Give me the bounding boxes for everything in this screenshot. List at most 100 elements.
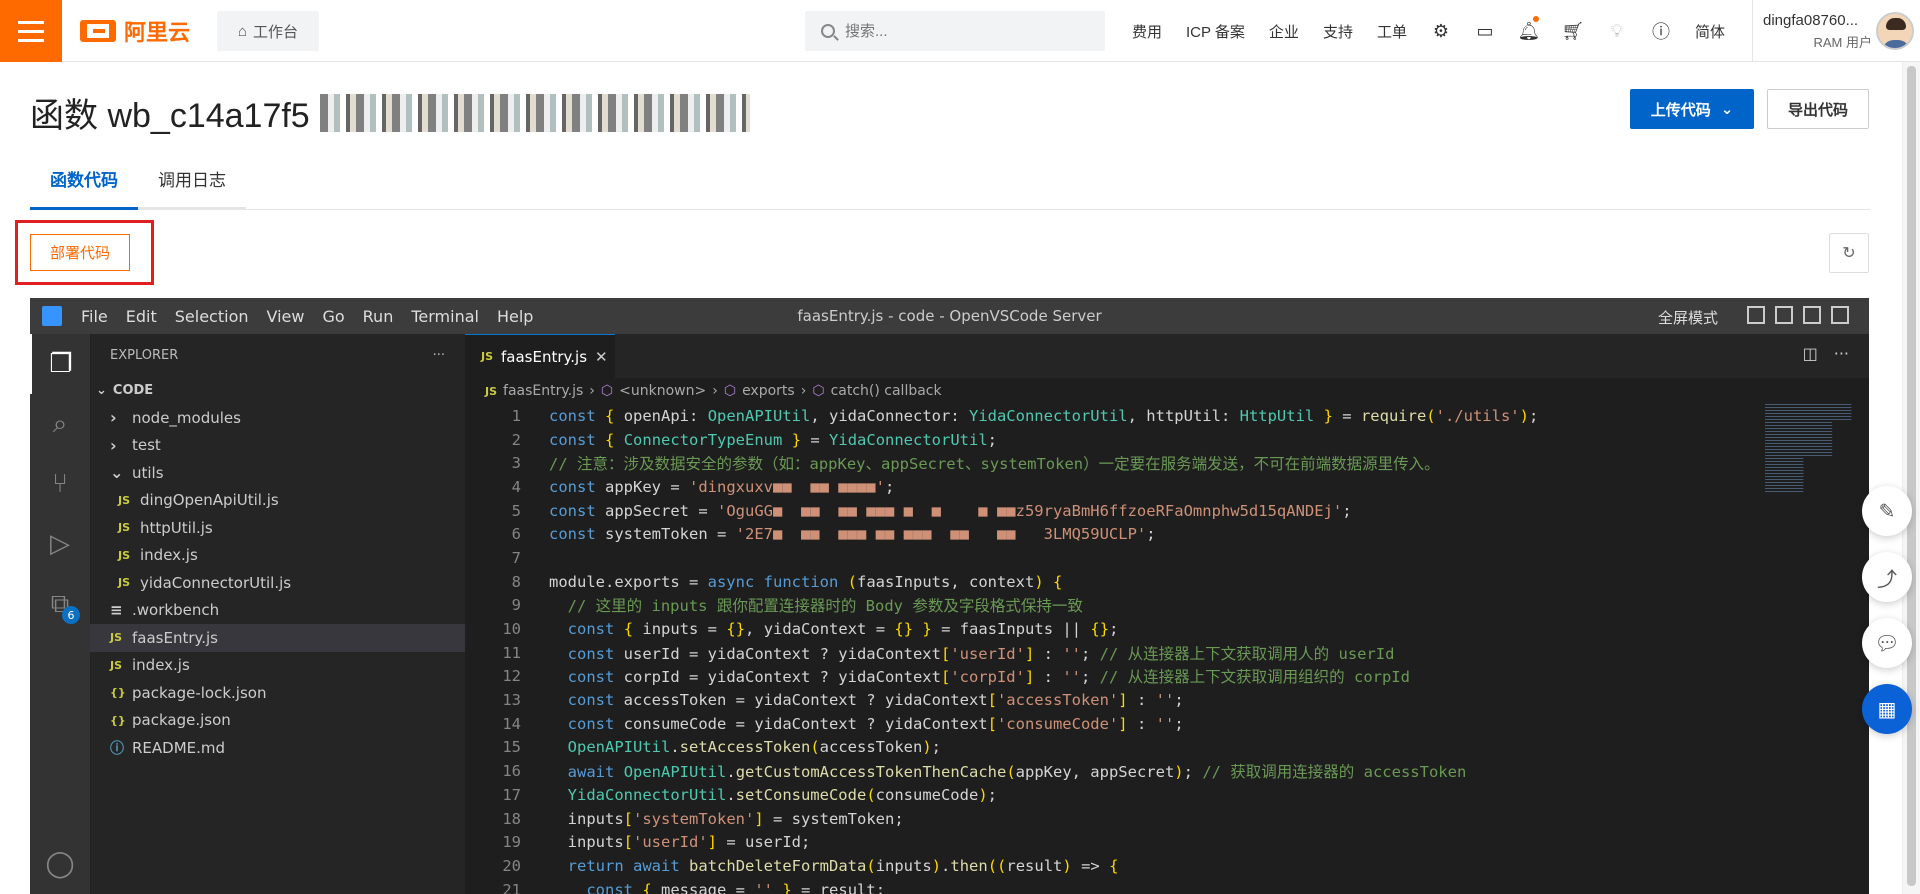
menu-help[interactable]: Help [488, 307, 542, 326]
run-debug-icon[interactable]: ▷ [30, 514, 90, 574]
code-line[interactable]: 19 inputs['userId'] = userId; [465, 830, 1765, 854]
code-line[interactable]: 14 const consumeCode = yidaContext ? yid… [465, 712, 1765, 736]
search-input[interactable] [845, 22, 1085, 40]
code-line[interactable]: 1 const { openApi: OpenAPIUtil, yidaConne… [465, 404, 1765, 428]
breadcrumb-file[interactable]: faasEntry.js [503, 383, 583, 399]
edit-icon[interactable]: ✎ [1862, 486, 1912, 536]
tree-item[interactable]: {} package-lock.json [90, 679, 465, 707]
code-line[interactable]: 3 // 注意：涉及数据安全的参数（如：appKey、appSecret、syst… [465, 451, 1765, 475]
code-line[interactable]: 12 const corpId = yidaContext ? yidaCont… [465, 665, 1765, 689]
toggle-secondary-sidebar-icon[interactable] [1803, 306, 1821, 324]
menu-icon[interactable] [0, 0, 62, 62]
extensions-icon[interactable]: ⧉ 6 [30, 574, 90, 634]
tree-item[interactable]: JS faasEntry.js [90, 624, 465, 652]
page-scrollbar[interactable] [1902, 62, 1920, 894]
toggle-panel-icon[interactable] [1775, 306, 1793, 324]
more-actions-icon[interactable]: ··· [433, 348, 445, 363]
menu-run[interactable]: Run [354, 307, 403, 326]
editor-tab-faasentry[interactable]: JS faasEntry.js ✕ [465, 334, 615, 378]
tree-item[interactable]: JS index.js [90, 542, 465, 570]
tree-item[interactable]: › test [90, 432, 465, 460]
source-control-icon[interactable]: ⑂ [30, 454, 90, 514]
user-info[interactable]: dingfa08760... RAM 用户 [1752, 0, 1872, 62]
nav-icp[interactable]: ICP 备案 [1174, 21, 1257, 42]
toggle-sidebar-icon[interactable] [1747, 306, 1765, 324]
code-line[interactable]: 13 const accessToken = yidaContext ? yid… [465, 688, 1765, 712]
code-line[interactable]: 4 const appKey = 'dingxuxv■■ ■■ ■■■■'; [465, 475, 1765, 499]
code-line[interactable]: 15 OpenAPIUtil.setAccessToken(accessToke… [465, 736, 1765, 760]
workbench-button[interactable]: ⌂ 工作台 [217, 11, 319, 51]
breadcrumb-exports[interactable]: exports [742, 383, 795, 399]
minimap[interactable] [1765, 404, 1852, 494]
account-icon[interactable]: ◯ [30, 834, 90, 894]
code-icon[interactable]: ⚙ [1419, 0, 1463, 62]
nav-fees[interactable]: 费用 [1120, 21, 1174, 42]
code-line[interactable]: 2 const { ConnectorTypeEnum } = YidaConne… [465, 428, 1765, 452]
nav-enterprise[interactable]: 企业 [1257, 21, 1311, 42]
share-icon[interactable]: ⤴ [1862, 552, 1912, 602]
tree-item[interactable]: › node_modules [90, 404, 465, 432]
terminal-icon[interactable]: ▭ [1463, 0, 1507, 62]
split-editor-icon[interactable]: ◫ [1803, 344, 1818, 363]
code-line[interactable]: 7 [465, 546, 1765, 570]
tree-item[interactable]: JS dingOpenApiUtil.js [90, 487, 465, 515]
more-actions-icon[interactable]: ··· [1834, 344, 1849, 363]
nav-ticket[interactable]: 工单 [1365, 21, 1419, 42]
breadcrumb: JS faasEntry.js › ⬡ <unknown> › ⬡ export… [465, 378, 1869, 404]
code-line[interactable]: 21 const { message = '' } = result; [465, 878, 1765, 894]
menu-file[interactable]: File [72, 307, 117, 326]
workspace-section[interactable]: ⌄ CODE [90, 376, 465, 404]
menu-edit[interactable]: Edit [117, 307, 166, 326]
code-line[interactable]: 18 inputs['systemToken'] = systemToken; [465, 807, 1765, 831]
tree-item[interactable]: ≡ .workbench [90, 597, 465, 625]
tree-item[interactable]: JS httpUtil.js [90, 514, 465, 542]
code-line[interactable]: 10 const { inputs = {}, yidaContext = {}… [465, 617, 1765, 641]
scrollbar-thumb[interactable] [1907, 66, 1916, 886]
code-line[interactable]: 16 await OpenAPIUtil.getCustomAccessToke… [465, 759, 1765, 783]
tree-item[interactable]: {} package.json [90, 707, 465, 735]
export-code-button[interactable]: 导出代码 [1767, 89, 1869, 129]
chat-icon[interactable]: 💬︎ [1862, 618, 1912, 668]
upload-code-button[interactable]: 上传代码 ⌄ [1630, 89, 1754, 129]
refresh-icon[interactable]: ↻ [1829, 233, 1869, 273]
code-line[interactable]: 11 const userId = yidaContext ? yidaCont… [465, 641, 1765, 665]
code-line[interactable]: 20 return await batchDeleteFormData(inpu… [465, 854, 1765, 878]
tree-item[interactable]: ⓘ README.md [90, 734, 465, 762]
breadcrumb-unknown[interactable]: <unknown> [619, 383, 706, 399]
cart-icon[interactable]: 🛒︎ [1551, 0, 1595, 62]
aliyun-logo[interactable]: 阿里云 [80, 18, 190, 45]
deploy-code-button[interactable]: 部署代码 [30, 234, 130, 271]
fullscreen-button[interactable]: 全屏模式 [1658, 307, 1718, 328]
js-file-icon: JS [118, 493, 131, 507]
code-line[interactable]: 6 const systemToken = '2E7■ ■■ ■■■ ■■ ■■■… [465, 522, 1765, 546]
breadcrumb-callback[interactable]: catch() callback [831, 383, 942, 399]
editor-actions: ◫ ··· [1803, 344, 1849, 363]
menu-view[interactable]: View [258, 307, 314, 326]
customize-layout-icon[interactable] [1831, 306, 1849, 324]
search-icon[interactable]: ⌕ [30, 394, 90, 454]
code-line[interactable]: 5 const appSecret = 'OguGG■ ■■ ■■ ■■■ ■ ■… [465, 499, 1765, 523]
bell-icon[interactable]: 🔔︎ [1507, 0, 1551, 62]
tree-item[interactable]: ⌄ utils [90, 459, 465, 487]
language-switch[interactable]: 简体 [1683, 21, 1737, 42]
global-search[interactable] [805, 11, 1105, 51]
code-line[interactable]: 17 YidaConnectorUtil.setConsumeCode(cons… [465, 783, 1765, 807]
nav-support[interactable]: 支持 [1311, 21, 1365, 42]
tab-function-code[interactable]: 函数代码 [30, 160, 138, 210]
avatar[interactable] [1876, 12, 1914, 50]
tree-item[interactable]: JS index.js [90, 652, 465, 680]
explorer-icon[interactable]: ❐ [30, 334, 90, 394]
code-line[interactable]: 9 // 这里的 inputs 跟你配置连接器时的 Body 参数及字段格式保持… [465, 594, 1765, 618]
menu-terminal[interactable]: Terminal [402, 307, 488, 326]
apps-icon[interactable]: ▦ [1862, 684, 1912, 734]
close-icon[interactable]: ✕ [595, 348, 608, 366]
code-view[interactable]: 1 const { openApi: OpenAPIUtil, yidaConne… [465, 404, 1765, 894]
tree-item-label: index.js [140, 546, 198, 565]
menu-go[interactable]: Go [313, 307, 353, 326]
lightbulb-icon[interactable]: 💡︎ [1595, 0, 1639, 62]
menu-selection[interactable]: Selection [166, 307, 258, 326]
code-line[interactable]: 8 module.exports = async function (faasIn… [465, 570, 1765, 594]
help-icon[interactable]: ⓘ [1639, 0, 1683, 62]
tree-item[interactable]: JS yidaConnectorUtil.js [90, 569, 465, 597]
tab-invoke-logs[interactable]: 调用日志 [138, 160, 246, 210]
